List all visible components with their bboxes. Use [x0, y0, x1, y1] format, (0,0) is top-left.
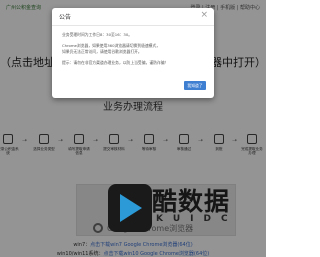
announcement-modal: 公告 × 业务受理时间为工作日8：30至16：30。 Chrome浏览器，如果使… — [52, 8, 214, 98]
modal-header: 公告 × — [52, 8, 214, 26]
watermark-logo-icon — [108, 184, 152, 232]
watermark-subtitle: KUIDC — [156, 214, 238, 224]
modal-line-4: 提示：请勿在非官方渠道办理业务，以防上当受骗，谨防诈骗！ — [62, 60, 169, 65]
acknowledge-button[interactable]: 我知道了 — [184, 81, 206, 90]
modal-line-2: Chrome浏览器，如果使用360浏览器请切换到极速模式， — [62, 43, 161, 48]
modal-title: 公告 — [59, 14, 72, 21]
modal-line-3: 如果仍无法正常访问，请使用谷歌浏览器打开。 — [62, 49, 142, 54]
modal-line-1: 业务受理时间为工作日8：30至16：30。 — [62, 32, 133, 37]
close-icon[interactable]: × — [200, 10, 208, 20]
watermark-title: 酷数据 — [152, 187, 231, 216]
